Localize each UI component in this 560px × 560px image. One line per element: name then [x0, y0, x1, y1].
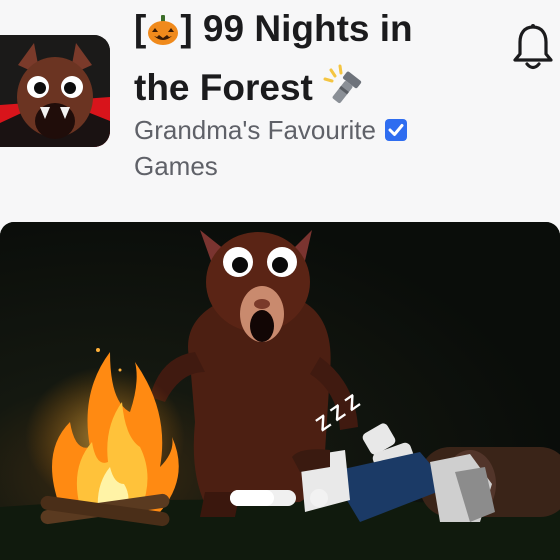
creator-name-line-2: Games: [134, 151, 218, 181]
title-text: ] 99 Nights in: [180, 8, 413, 49]
media-carousel[interactable]: Z Z Z: [0, 222, 560, 560]
carousel-dot-active[interactable]: [230, 490, 296, 506]
carousel-indicators: [228, 488, 338, 508]
verified-badge-icon: [384, 115, 408, 141]
game-title: [ ] 99 Nights in the Forest: [134, 2, 504, 120]
title-prefix: [: [134, 8, 147, 49]
bell-icon: [513, 24, 553, 70]
game-header: [ ] 99 Nights in the Forest Grandma's Fav…: [0, 0, 560, 215]
creator-name-line-1: Grandma's Favourite: [134, 115, 376, 145]
pumpkin-icon: [146, 8, 180, 61]
deer-monster-icon: [0, 35, 110, 147]
game-screenshot: Z Z Z: [0, 222, 560, 560]
notify-bell-button[interactable]: [511, 22, 555, 72]
carousel-dot[interactable]: [310, 489, 328, 507]
title-line-2: the Forest: [134, 67, 313, 108]
creator-link[interactable]: Grandma's Favourite Games: [134, 112, 414, 184]
game-thumbnail[interactable]: [0, 35, 110, 147]
